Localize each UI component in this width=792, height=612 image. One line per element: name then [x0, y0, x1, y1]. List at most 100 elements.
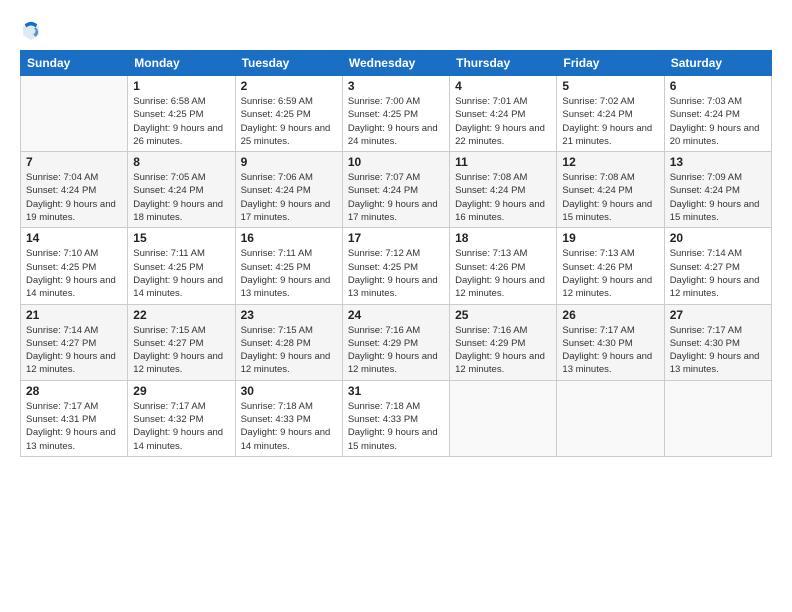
day-number: 14 — [26, 231, 122, 245]
day-info: Sunrise: 6:59 AMSunset: 4:25 PMDaylight:… — [241, 95, 337, 148]
day-info: Sunrise: 7:07 AMSunset: 4:24 PMDaylight:… — [348, 171, 444, 224]
day-info: Sunrise: 7:14 AMSunset: 4:27 PMDaylight:… — [670, 247, 766, 300]
calendar-cell: 26 Sunrise: 7:17 AMSunset: 4:30 PMDaylig… — [557, 304, 664, 380]
day-info: Sunrise: 7:13 AMSunset: 4:26 PMDaylight:… — [562, 247, 658, 300]
calendar-cell: 22 Sunrise: 7:15 AMSunset: 4:27 PMDaylig… — [128, 304, 235, 380]
day-info: Sunrise: 7:11 AMSunset: 4:25 PMDaylight:… — [241, 247, 337, 300]
calendar-cell — [664, 380, 771, 456]
day-info: Sunrise: 7:12 AMSunset: 4:25 PMDaylight:… — [348, 247, 444, 300]
day-info: Sunrise: 7:04 AMSunset: 4:24 PMDaylight:… — [26, 171, 122, 224]
day-number: 10 — [348, 155, 444, 169]
day-number: 9 — [241, 155, 337, 169]
calendar-cell: 25 Sunrise: 7:16 AMSunset: 4:29 PMDaylig… — [450, 304, 557, 380]
day-number: 21 — [26, 308, 122, 322]
day-number: 13 — [670, 155, 766, 169]
day-info: Sunrise: 7:10 AMSunset: 4:25 PMDaylight:… — [26, 247, 122, 300]
day-info: Sunrise: 7:17 AMSunset: 4:31 PMDaylight:… — [26, 400, 122, 453]
day-number: 28 — [26, 384, 122, 398]
calendar-cell: 31 Sunrise: 7:18 AMSunset: 4:33 PMDaylig… — [342, 380, 449, 456]
logo-icon — [20, 18, 42, 40]
week-row-2: 14 Sunrise: 7:10 AMSunset: 4:25 PMDaylig… — [21, 228, 772, 304]
weekday-header-sunday: Sunday — [21, 51, 128, 76]
calendar-cell: 7 Sunrise: 7:04 AMSunset: 4:24 PMDayligh… — [21, 152, 128, 228]
calendar-cell: 14 Sunrise: 7:10 AMSunset: 4:25 PMDaylig… — [21, 228, 128, 304]
calendar-cell: 27 Sunrise: 7:17 AMSunset: 4:30 PMDaylig… — [664, 304, 771, 380]
weekday-header-monday: Monday — [128, 51, 235, 76]
week-row-0: 1 Sunrise: 6:58 AMSunset: 4:25 PMDayligh… — [21, 76, 772, 152]
day-number: 6 — [670, 79, 766, 93]
day-number: 7 — [26, 155, 122, 169]
day-info: Sunrise: 7:18 AMSunset: 4:33 PMDaylight:… — [241, 400, 337, 453]
week-row-1: 7 Sunrise: 7:04 AMSunset: 4:24 PMDayligh… — [21, 152, 772, 228]
weekday-header-tuesday: Tuesday — [235, 51, 342, 76]
calendar-cell: 11 Sunrise: 7:08 AMSunset: 4:24 PMDaylig… — [450, 152, 557, 228]
header — [20, 18, 772, 40]
day-info: Sunrise: 7:06 AMSunset: 4:24 PMDaylight:… — [241, 171, 337, 224]
calendar-cell: 21 Sunrise: 7:14 AMSunset: 4:27 PMDaylig… — [21, 304, 128, 380]
day-number: 19 — [562, 231, 658, 245]
calendar-cell: 18 Sunrise: 7:13 AMSunset: 4:26 PMDaylig… — [450, 228, 557, 304]
day-info: Sunrise: 6:58 AMSunset: 4:25 PMDaylight:… — [133, 95, 229, 148]
calendar-cell: 1 Sunrise: 6:58 AMSunset: 4:25 PMDayligh… — [128, 76, 235, 152]
day-number: 1 — [133, 79, 229, 93]
day-info: Sunrise: 7:09 AMSunset: 4:24 PMDaylight:… — [670, 171, 766, 224]
calendar-cell: 6 Sunrise: 7:03 AMSunset: 4:24 PMDayligh… — [664, 76, 771, 152]
day-number: 2 — [241, 79, 337, 93]
calendar-cell: 4 Sunrise: 7:01 AMSunset: 4:24 PMDayligh… — [450, 76, 557, 152]
day-info: Sunrise: 7:13 AMSunset: 4:26 PMDaylight:… — [455, 247, 551, 300]
calendar-cell: 13 Sunrise: 7:09 AMSunset: 4:24 PMDaylig… — [664, 152, 771, 228]
calendar-cell: 16 Sunrise: 7:11 AMSunset: 4:25 PMDaylig… — [235, 228, 342, 304]
day-info: Sunrise: 7:08 AMSunset: 4:24 PMDaylight:… — [562, 171, 658, 224]
day-number: 24 — [348, 308, 444, 322]
day-number: 11 — [455, 155, 551, 169]
calendar-cell: 10 Sunrise: 7:07 AMSunset: 4:24 PMDaylig… — [342, 152, 449, 228]
day-info: Sunrise: 7:00 AMSunset: 4:25 PMDaylight:… — [348, 95, 444, 148]
day-number: 4 — [455, 79, 551, 93]
calendar-cell: 23 Sunrise: 7:15 AMSunset: 4:28 PMDaylig… — [235, 304, 342, 380]
week-row-3: 21 Sunrise: 7:14 AMSunset: 4:27 PMDaylig… — [21, 304, 772, 380]
day-number: 27 — [670, 308, 766, 322]
calendar-cell: 15 Sunrise: 7:11 AMSunset: 4:25 PMDaylig… — [128, 228, 235, 304]
calendar-cell — [450, 380, 557, 456]
page: SundayMondayTuesdayWednesdayThursdayFrid… — [0, 0, 792, 612]
calendar-cell: 2 Sunrise: 6:59 AMSunset: 4:25 PMDayligh… — [235, 76, 342, 152]
calendar-cell: 8 Sunrise: 7:05 AMSunset: 4:24 PMDayligh… — [128, 152, 235, 228]
calendar-table: SundayMondayTuesdayWednesdayThursdayFrid… — [20, 50, 772, 457]
day-number: 25 — [455, 308, 551, 322]
calendar-cell: 3 Sunrise: 7:00 AMSunset: 4:25 PMDayligh… — [342, 76, 449, 152]
day-info: Sunrise: 7:02 AMSunset: 4:24 PMDaylight:… — [562, 95, 658, 148]
day-number: 5 — [562, 79, 658, 93]
weekday-header-thursday: Thursday — [450, 51, 557, 76]
week-row-4: 28 Sunrise: 7:17 AMSunset: 4:31 PMDaylig… — [21, 380, 772, 456]
day-info: Sunrise: 7:15 AMSunset: 4:28 PMDaylight:… — [241, 324, 337, 377]
day-info: Sunrise: 7:05 AMSunset: 4:24 PMDaylight:… — [133, 171, 229, 224]
calendar-cell: 20 Sunrise: 7:14 AMSunset: 4:27 PMDaylig… — [664, 228, 771, 304]
day-info: Sunrise: 7:18 AMSunset: 4:33 PMDaylight:… — [348, 400, 444, 453]
day-info: Sunrise: 7:08 AMSunset: 4:24 PMDaylight:… — [455, 171, 551, 224]
day-info: Sunrise: 7:16 AMSunset: 4:29 PMDaylight:… — [348, 324, 444, 377]
day-number: 12 — [562, 155, 658, 169]
calendar-cell: 19 Sunrise: 7:13 AMSunset: 4:26 PMDaylig… — [557, 228, 664, 304]
day-number: 23 — [241, 308, 337, 322]
weekday-header-saturday: Saturday — [664, 51, 771, 76]
weekday-header-friday: Friday — [557, 51, 664, 76]
day-info: Sunrise: 7:01 AMSunset: 4:24 PMDaylight:… — [455, 95, 551, 148]
day-number: 20 — [670, 231, 766, 245]
day-number: 31 — [348, 384, 444, 398]
calendar-cell: 29 Sunrise: 7:17 AMSunset: 4:32 PMDaylig… — [128, 380, 235, 456]
weekday-header-wednesday: Wednesday — [342, 51, 449, 76]
day-info: Sunrise: 7:03 AMSunset: 4:24 PMDaylight:… — [670, 95, 766, 148]
day-info: Sunrise: 7:14 AMSunset: 4:27 PMDaylight:… — [26, 324, 122, 377]
calendar-cell: 9 Sunrise: 7:06 AMSunset: 4:24 PMDayligh… — [235, 152, 342, 228]
calendar-cell — [557, 380, 664, 456]
day-number: 8 — [133, 155, 229, 169]
day-number: 30 — [241, 384, 337, 398]
day-info: Sunrise: 7:11 AMSunset: 4:25 PMDaylight:… — [133, 247, 229, 300]
day-number: 16 — [241, 231, 337, 245]
day-number: 3 — [348, 79, 444, 93]
day-info: Sunrise: 7:15 AMSunset: 4:27 PMDaylight:… — [133, 324, 229, 377]
calendar-cell: 24 Sunrise: 7:16 AMSunset: 4:29 PMDaylig… — [342, 304, 449, 380]
weekday-header-row: SundayMondayTuesdayWednesdayThursdayFrid… — [21, 51, 772, 76]
day-info: Sunrise: 7:17 AMSunset: 4:30 PMDaylight:… — [670, 324, 766, 377]
day-info: Sunrise: 7:17 AMSunset: 4:30 PMDaylight:… — [562, 324, 658, 377]
